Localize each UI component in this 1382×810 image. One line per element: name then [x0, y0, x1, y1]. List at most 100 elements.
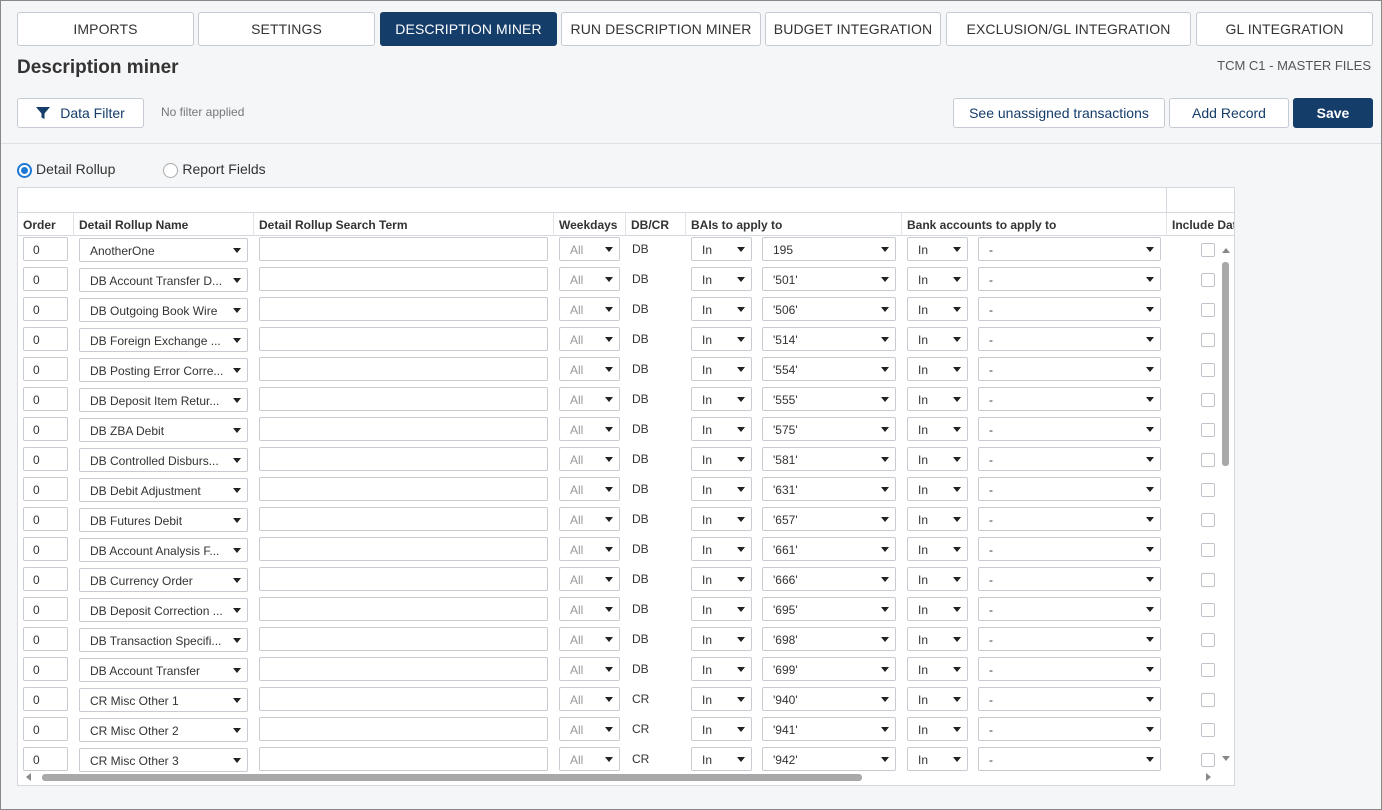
- weekdays-select[interactable]: All: [559, 237, 620, 261]
- bai-value-select[interactable]: '941': [762, 717, 896, 741]
- include-date-checkbox[interactable]: [1201, 603, 1215, 617]
- detail-rollup-name-select[interactable]: DB ZBA Debit: [79, 418, 248, 442]
- detail-rollup-name-select[interactable]: DB Controlled Disburs...: [79, 448, 248, 472]
- bai-value-select[interactable]: '501': [762, 267, 896, 291]
- search-term-input[interactable]: [259, 627, 548, 651]
- column-header-bais[interactable]: BAIs to apply to: [686, 213, 902, 236]
- weekdays-select[interactable]: All: [559, 717, 620, 741]
- include-date-checkbox[interactable]: [1201, 513, 1215, 527]
- detail-rollup-name-select[interactable]: DB Foreign Exchange ...: [79, 328, 248, 352]
- weekdays-select[interactable]: All: [559, 477, 620, 501]
- include-date-checkbox[interactable]: [1201, 723, 1215, 737]
- account-value-select[interactable]: -: [978, 477, 1161, 501]
- horizontal-scrollbar[interactable]: [26, 773, 1211, 782]
- order-input[interactable]: 0: [23, 687, 68, 711]
- search-term-input[interactable]: [259, 387, 548, 411]
- account-operator-select[interactable]: In: [907, 297, 968, 321]
- account-value-select[interactable]: -: [978, 267, 1161, 291]
- bai-operator-select[interactable]: In: [691, 237, 752, 261]
- search-term-input[interactable]: [259, 447, 548, 471]
- scroll-down-icon[interactable]: [1222, 756, 1230, 761]
- bai-value-select[interactable]: '666': [762, 567, 896, 591]
- include-date-checkbox[interactable]: [1201, 663, 1215, 677]
- bai-operator-select[interactable]: In: [691, 627, 752, 651]
- order-input[interactable]: 0: [23, 417, 68, 441]
- bai-operator-select[interactable]: In: [691, 537, 752, 561]
- search-term-input[interactable]: [259, 657, 548, 681]
- detail-rollup-name-select[interactable]: CR Misc Other 2: [79, 718, 248, 742]
- radio-report-fields[interactable]: Report Fields: [163, 159, 266, 178]
- order-input[interactable]: 0: [23, 477, 68, 501]
- include-date-checkbox[interactable]: [1201, 363, 1215, 377]
- account-value-select[interactable]: -: [978, 297, 1161, 321]
- include-date-checkbox[interactable]: [1201, 303, 1215, 317]
- vertical-scroll-thumb[interactable]: [1222, 262, 1229, 466]
- bai-operator-select[interactable]: In: [691, 327, 752, 351]
- tab-exclusion-gl-integration[interactable]: EXCLUSION/GL INTEGRATION: [946, 12, 1191, 46]
- search-term-input[interactable]: [259, 477, 548, 501]
- bai-operator-select[interactable]: In: [691, 747, 752, 771]
- bai-operator-select[interactable]: In: [691, 567, 752, 591]
- weekdays-select[interactable]: All: [559, 267, 620, 291]
- account-operator-select[interactable]: In: [907, 417, 968, 441]
- tab-settings[interactable]: SETTINGS: [198, 12, 375, 46]
- data-filter-button[interactable]: Data Filter: [17, 98, 144, 128]
- bai-value-select[interactable]: 195: [762, 237, 896, 261]
- order-input[interactable]: 0: [23, 267, 68, 291]
- order-input[interactable]: 0: [23, 357, 68, 381]
- search-term-input[interactable]: [259, 417, 548, 441]
- account-operator-select[interactable]: In: [907, 327, 968, 351]
- column-header-weekdays[interactable]: Weekdays: [554, 213, 626, 236]
- weekdays-select[interactable]: All: [559, 447, 620, 471]
- scroll-right-icon[interactable]: [1206, 773, 1211, 781]
- detail-rollup-name-select[interactable]: DB Account Transfer: [79, 658, 248, 682]
- account-value-select[interactable]: -: [978, 747, 1161, 771]
- account-operator-select[interactable]: In: [907, 267, 968, 291]
- account-value-select[interactable]: -: [978, 417, 1161, 441]
- include-date-checkbox[interactable]: [1201, 483, 1215, 497]
- bai-value-select[interactable]: '506': [762, 297, 896, 321]
- search-term-input[interactable]: [259, 357, 548, 381]
- search-term-input[interactable]: [259, 537, 548, 561]
- weekdays-select[interactable]: All: [559, 297, 620, 321]
- include-date-checkbox[interactable]: [1201, 693, 1215, 707]
- radio-detail-rollup[interactable]: Detail Rollup: [17, 159, 115, 178]
- account-value-select[interactable]: -: [978, 567, 1161, 591]
- detail-rollup-name-select[interactable]: DB Account Transfer D...: [79, 268, 248, 292]
- tab-budget-integration[interactable]: BUDGET INTEGRATION: [765, 12, 941, 46]
- detail-rollup-name-select[interactable]: DB Posting Error Corre...: [79, 358, 248, 382]
- see-unassigned-transactions-button[interactable]: See unassigned transactions: [953, 98, 1165, 128]
- account-value-select[interactable]: -: [978, 327, 1161, 351]
- search-term-input[interactable]: [259, 567, 548, 591]
- include-date-checkbox[interactable]: [1201, 573, 1215, 587]
- include-date-checkbox[interactable]: [1201, 423, 1215, 437]
- account-operator-select[interactable]: In: [907, 507, 968, 531]
- detail-rollup-name-select[interactable]: DB Debit Adjustment: [79, 478, 248, 502]
- search-term-input[interactable]: [259, 687, 548, 711]
- account-operator-select[interactable]: In: [907, 477, 968, 501]
- account-operator-select[interactable]: In: [907, 237, 968, 261]
- bai-value-select[interactable]: '698': [762, 627, 896, 651]
- bai-value-select[interactable]: '699': [762, 657, 896, 681]
- tab-gl-integration[interactable]: GL INTEGRATION: [1196, 12, 1373, 46]
- bai-value-select[interactable]: '631': [762, 477, 896, 501]
- order-input[interactable]: 0: [23, 717, 68, 741]
- detail-rollup-name-select[interactable]: CR Misc Other 3: [79, 748, 248, 772]
- bai-value-select[interactable]: '514': [762, 327, 896, 351]
- search-term-input[interactable]: [259, 237, 548, 261]
- account-operator-select[interactable]: In: [907, 387, 968, 411]
- account-value-select[interactable]: -: [978, 657, 1161, 681]
- order-input[interactable]: 0: [23, 537, 68, 561]
- bai-operator-select[interactable]: In: [691, 267, 752, 291]
- bai-value-select[interactable]: '661': [762, 537, 896, 561]
- search-term-input[interactable]: [259, 267, 548, 291]
- account-value-select[interactable]: -: [978, 537, 1161, 561]
- bai-value-select[interactable]: '695': [762, 597, 896, 621]
- save-button[interactable]: Save: [1293, 98, 1373, 128]
- tab-imports[interactable]: IMPORTS: [17, 12, 194, 46]
- search-term-input[interactable]: [259, 327, 548, 351]
- bai-value-select[interactable]: '555': [762, 387, 896, 411]
- account-value-select[interactable]: -: [978, 507, 1161, 531]
- search-term-input[interactable]: [259, 717, 548, 741]
- scroll-left-icon[interactable]: [26, 773, 31, 781]
